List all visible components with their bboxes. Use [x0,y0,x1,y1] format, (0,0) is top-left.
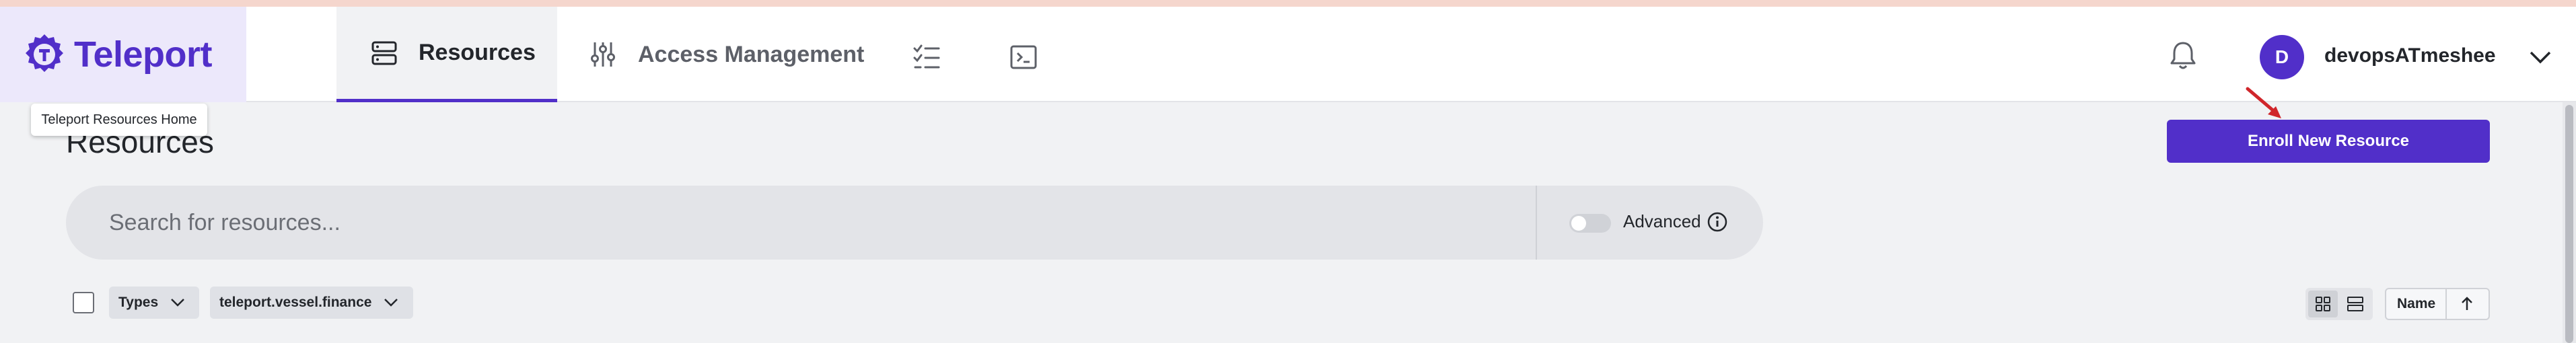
select-all-checkbox[interactable] [73,292,94,313]
annotation-arrow-icon [2246,87,2281,118]
tab-access-management[interactable]: Access Management [589,7,872,102]
advanced-search-toggle[interactable] [1569,214,1611,233]
terminal-icon[interactable] [1009,43,1038,71]
view-mode-toggle [2305,288,2373,320]
list-icon [2347,297,2363,311]
cluster-filter-label: teleport.vessel.finance [219,295,372,310]
sort-field-label: Name [2397,296,2436,311]
advanced-label: Advanced [1623,211,1701,231]
search-divider [1536,186,1537,260]
tab-access-label: Access Management [638,41,865,67]
cluster-filter-dropdown[interactable]: teleport.vessel.finance [210,287,413,319]
types-filter-label: Types [118,295,159,310]
types-filter-dropdown[interactable]: Types [109,287,199,319]
sliders-icon [591,42,615,67]
chevron-down-icon [171,299,185,307]
browser-edge-strip [0,0,2576,7]
tab-resources-label: Resources [419,40,536,65]
checklist-icon[interactable] [913,43,941,71]
info-icon[interactable] [1707,211,1728,233]
sort-control[interactable]: Name [2385,288,2490,320]
top-navbar: Teleport Resources Access Management D d… [0,7,2576,102]
search-bar: Advanced [66,186,1763,260]
arrow-up-icon[interactable] [2459,296,2475,312]
sort-divider [2445,289,2447,319]
grid-icon [2316,297,2330,311]
page-scrollbar[interactable] [2563,102,2576,343]
grid-view-button[interactable] [2308,291,2338,317]
teleport-logo-icon [26,34,63,72]
chevron-down-icon[interactable] [2529,50,2552,65]
brand-name: Teleport [74,34,213,75]
user-name[interactable]: devopsATmeshee [2324,44,2496,67]
search-input[interactable] [109,186,1522,260]
user-avatar[interactable]: D [2260,35,2304,79]
scrollbar-thumb[interactable] [2565,105,2573,343]
logo-home-link[interactable]: Teleport [0,7,246,102]
server-stack-icon [371,41,397,65]
tab-resources[interactable]: Resources [336,7,557,102]
list-view-button[interactable] [2340,291,2370,317]
bell-icon[interactable] [2168,40,2198,71]
logo-tooltip: Teleport Resources Home [31,104,207,136]
toggle-knob [1571,216,1586,231]
enroll-new-resource-button[interactable]: Enroll New Resource [2167,120,2490,163]
chevron-down-icon [384,299,398,307]
